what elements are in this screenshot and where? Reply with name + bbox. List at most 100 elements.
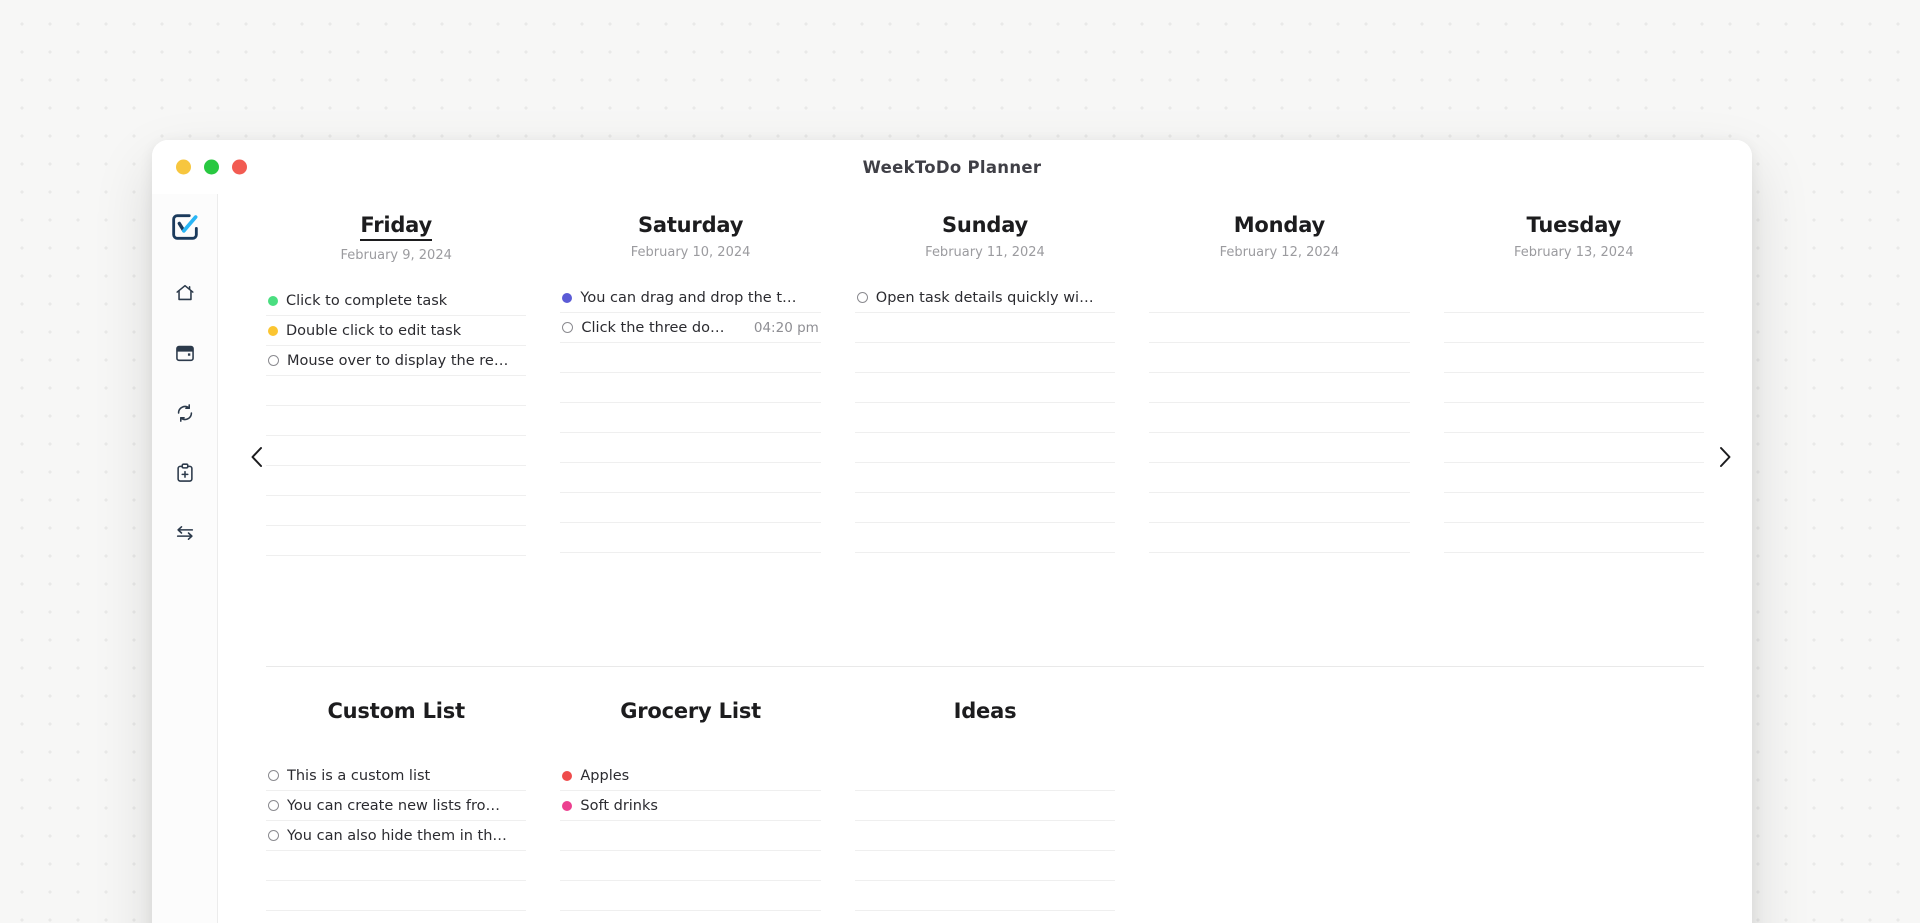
empty-task-row[interactable] xyxy=(1443,283,1704,314)
empty-task-row[interactable] xyxy=(560,523,821,554)
task-checkbox-icon[interactable] xyxy=(268,355,279,367)
task-text: You can drag and drop the t… xyxy=(580,289,797,306)
task-row[interactable]: Apples xyxy=(560,761,821,791)
empty-task-row[interactable] xyxy=(266,911,526,923)
empty-task-row[interactable] xyxy=(560,433,821,464)
empty-task-row[interactable] xyxy=(1149,463,1410,494)
task-color-dot[interactable] xyxy=(268,325,278,336)
task-row[interactable]: Double click to edit task xyxy=(266,316,527,347)
list-column-custom-list: Custom List This is a custom list You can … xyxy=(266,699,527,923)
empty-task-row[interactable] xyxy=(560,821,821,851)
task-row[interactable]: You can also hide them in th… xyxy=(266,821,527,851)
empty-task-row[interactable] xyxy=(560,343,821,374)
empty-task-row[interactable] xyxy=(560,403,821,434)
empty-task-row[interactable] xyxy=(1149,433,1410,464)
empty-task-row[interactable] xyxy=(560,881,821,911)
empty-task-row[interactable] xyxy=(1443,493,1704,524)
empty-task-row[interactable] xyxy=(266,496,527,527)
day-name: Sunday xyxy=(941,213,1029,237)
day-header: Friday February 9, 2024 xyxy=(266,212,526,267)
sidebar-item-calendar[interactable] xyxy=(162,332,208,378)
task-checkbox-icon[interactable] xyxy=(268,770,279,781)
home-icon xyxy=(174,282,196,308)
empty-task-row[interactable] xyxy=(854,403,1116,434)
task-row[interactable]: Soft drinks xyxy=(560,791,821,821)
empty-task-row[interactable] xyxy=(266,436,527,467)
empty-task-row[interactable] xyxy=(854,373,1116,404)
empty-task-row[interactable] xyxy=(1149,373,1410,404)
weektodo-logo-icon[interactable] xyxy=(162,204,208,250)
empty-task-row[interactable] xyxy=(560,493,821,524)
empty-task-row[interactable] xyxy=(266,851,527,881)
close-button[interactable] xyxy=(232,159,247,175)
empty-task-row[interactable] xyxy=(855,911,1115,923)
task-text: Soft drinks xyxy=(580,797,658,814)
task-text: Mouse over to display the re… xyxy=(287,352,509,369)
day-date: February 10, 2024 xyxy=(630,245,751,261)
empty-task-row[interactable] xyxy=(1149,523,1410,554)
task-text: Double click to edit task xyxy=(286,322,462,339)
empty-task-row[interactable] xyxy=(560,911,820,923)
task-text: This is a custom list xyxy=(287,767,431,784)
previous-week-button[interactable] xyxy=(240,442,274,476)
empty-task-row[interactable] xyxy=(266,406,527,437)
task-color-dot[interactable] xyxy=(268,295,278,306)
day-column-monday: Monday February 12, 2024 xyxy=(1149,212,1410,654)
task-text: You can also hide them in th… xyxy=(287,827,507,844)
task-checkbox-icon[interactable] xyxy=(268,800,279,811)
empty-task-row[interactable] xyxy=(854,851,1116,881)
empty-task-row[interactable] xyxy=(854,821,1116,851)
minimize-button[interactable] xyxy=(176,159,191,175)
sidebar-item-sync[interactable] xyxy=(162,392,208,438)
empty-task-row[interactable] xyxy=(854,343,1116,374)
empty-task-row[interactable] xyxy=(1443,523,1704,554)
task-row[interactable]: Open task details quickly wi… xyxy=(854,283,1116,314)
empty-task-row[interactable] xyxy=(1443,463,1704,494)
task-row[interactable]: You can create new lists fro… xyxy=(266,791,527,821)
empty-task-row[interactable] xyxy=(854,493,1116,524)
empty-task-row[interactable] xyxy=(560,463,821,494)
sidebar-item-transfer[interactable] xyxy=(162,512,208,558)
task-row[interactable]: This is a custom list xyxy=(266,761,527,791)
task-row[interactable]: Mouse over to display the re… xyxy=(266,346,527,377)
empty-task-row[interactable] xyxy=(854,313,1116,344)
next-week-button[interactable] xyxy=(1708,442,1742,476)
task-color-dot[interactable] xyxy=(562,800,573,811)
sidebar-item-home[interactable] xyxy=(162,272,208,318)
task-row[interactable]: Click to complete task xyxy=(266,286,527,317)
empty-task-row[interactable] xyxy=(266,466,527,497)
task-row[interactable]: You can drag and drop the t… xyxy=(560,283,821,314)
sidebar xyxy=(152,194,218,923)
task-checkbox-icon[interactable] xyxy=(268,830,279,841)
task-text: Apples xyxy=(580,767,630,784)
empty-task-row[interactable] xyxy=(854,791,1116,821)
task-text: Click to complete task xyxy=(286,292,448,309)
task-color-dot[interactable] xyxy=(562,770,573,781)
empty-task-row[interactable] xyxy=(266,881,527,911)
empty-task-row[interactable] xyxy=(854,463,1116,494)
empty-task-row[interactable] xyxy=(854,881,1116,911)
empty-task-row[interactable] xyxy=(854,523,1116,554)
empty-task-row[interactable] xyxy=(1443,343,1704,374)
empty-task-row[interactable] xyxy=(1443,373,1704,404)
task-checkbox-icon[interactable] xyxy=(856,292,868,304)
empty-task-row[interactable] xyxy=(1443,433,1704,464)
sidebar-item-add-list[interactable] xyxy=(162,452,208,498)
empty-task-row[interactable] xyxy=(1443,403,1704,434)
empty-task-row[interactable] xyxy=(266,526,527,557)
task-checkbox-icon[interactable] xyxy=(562,322,574,334)
empty-task-row[interactable] xyxy=(1149,283,1410,314)
empty-task-row[interactable] xyxy=(560,373,821,404)
empty-task-row[interactable] xyxy=(854,761,1116,791)
empty-task-row[interactable] xyxy=(1149,493,1410,524)
empty-task-row[interactable] xyxy=(1149,313,1410,344)
empty-task-row[interactable] xyxy=(1149,403,1410,434)
task-color-dot[interactable] xyxy=(562,292,573,303)
empty-task-row[interactable] xyxy=(1149,343,1410,374)
task-row[interactable]: Click the three do… 04:20 pm xyxy=(560,313,821,344)
empty-task-row[interactable] xyxy=(560,851,821,881)
empty-task-row[interactable] xyxy=(854,433,1116,464)
empty-task-row[interactable] xyxy=(1443,313,1704,344)
maximize-button[interactable] xyxy=(204,159,219,175)
empty-task-row[interactable] xyxy=(266,376,527,407)
